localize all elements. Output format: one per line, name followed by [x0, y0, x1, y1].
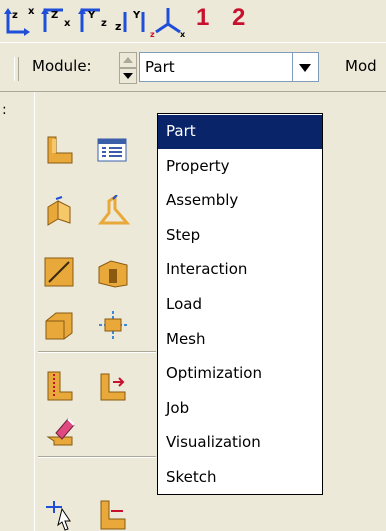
toolbar-grip[interactable] [14, 57, 19, 81]
model-label-partial: Mod [345, 57, 377, 75]
module-combobox-value: Part [145, 58, 175, 76]
module-toolbox [0, 92, 158, 531]
module-option-label: Mesh [166, 329, 206, 348]
svg-text:x: x [28, 6, 35, 17]
module-combobox[interactable]: Part [139, 52, 319, 82]
module-option-sketch[interactable]: Sketch [158, 461, 322, 495]
module-option-assembly[interactable]: Assembly [158, 184, 322, 218]
view-iso-xyz-icon[interactable]: z x [150, 4, 186, 38]
module-option-job[interactable]: Job [158, 392, 322, 426]
svg-text:z: z [12, 10, 18, 21]
module-option-label: Part [166, 122, 196, 140]
module-option-mesh[interactable]: Mesh [158, 323, 322, 357]
view-axes-zx-icon[interactable]: z x [2, 4, 38, 38]
module-dropdown-list: Part Property Assembly Step Interaction Load M… [157, 113, 323, 495]
module-option-label: Step [166, 225, 201, 244]
toolbox-divider [34, 92, 35, 531]
partition-edge-icon[interactable] [95, 368, 131, 402]
view-axes-zx-alt-icon[interactable]: Z x [39, 4, 75, 38]
create-wire-icon[interactable] [42, 255, 78, 289]
create-datum-icon[interactable] [95, 307, 131, 341]
module-toolbar: Module: Part Mod [0, 42, 386, 92]
partition-face-icon[interactable] [42, 368, 78, 402]
module-option-label: Sketch [166, 468, 217, 486]
module-option-label: Job [166, 398, 190, 417]
module-option-interaction[interactable]: Interaction [158, 253, 322, 287]
create-part-icon[interactable] [42, 133, 78, 167]
svg-text:x: x [180, 30, 186, 38]
module-option-label: Load [166, 295, 202, 313]
module-option-optimization[interactable]: Optimization [158, 357, 322, 391]
module-option-part[interactable]: Part [158, 115, 322, 149]
part-manager-icon[interactable] [95, 133, 131, 167]
query-icon[interactable] [42, 497, 78, 531]
svg-text:Z: Z [51, 10, 58, 21]
module-option-load[interactable]: Load [158, 288, 322, 322]
svg-text:z: z [150, 30, 155, 38]
create-set-icon[interactable] [95, 497, 131, 531]
module-label: Module: [32, 57, 92, 75]
svg-text:z: z [115, 20, 121, 33]
module-option-label: Interaction [166, 260, 248, 279]
module-option-visualization[interactable]: Visualization [158, 426, 322, 460]
module-option-step[interactable]: Step [158, 219, 322, 253]
module-option-label: Optimization [166, 364, 262, 383]
create-solid-extrude-icon[interactable] [42, 195, 78, 229]
module-combobox-button[interactable] [292, 53, 318, 81]
view-number-1[interactable]: 1 [196, 4, 209, 32]
view-toolbar: z x Z x Y z z Y z x 1 2 [0, 0, 386, 42]
module-option-label: Property [166, 156, 230, 175]
module-spinner-icon[interactable] [119, 52, 137, 84]
chevron-down-icon [299, 64, 311, 72]
view-axes-zy-icon[interactable]: z Y [113, 4, 149, 38]
create-round-fillet-icon[interactable] [42, 307, 78, 341]
module-option-property[interactable]: Property [158, 150, 322, 184]
module-option-label: Visualization [166, 433, 261, 452]
svg-text:Y: Y [87, 10, 96, 21]
create-shell-extrude-icon[interactable] [95, 195, 131, 229]
toolbox-tab-marker: : [2, 102, 7, 118]
view-axes-yz-icon[interactable]: Y z [76, 4, 112, 38]
svg-text:x: x [64, 18, 71, 29]
module-option-label: Assembly [166, 191, 239, 210]
svg-text:Y: Y [132, 10, 141, 21]
create-virtual-topology-icon[interactable] [42, 413, 78, 447]
toolbox-separator [38, 351, 156, 353]
create-cut-extrude-icon[interactable] [95, 255, 131, 289]
toolbox-separator [38, 456, 156, 458]
svg-text:z: z [101, 18, 107, 29]
view-number-2[interactable]: 2 [232, 4, 245, 32]
